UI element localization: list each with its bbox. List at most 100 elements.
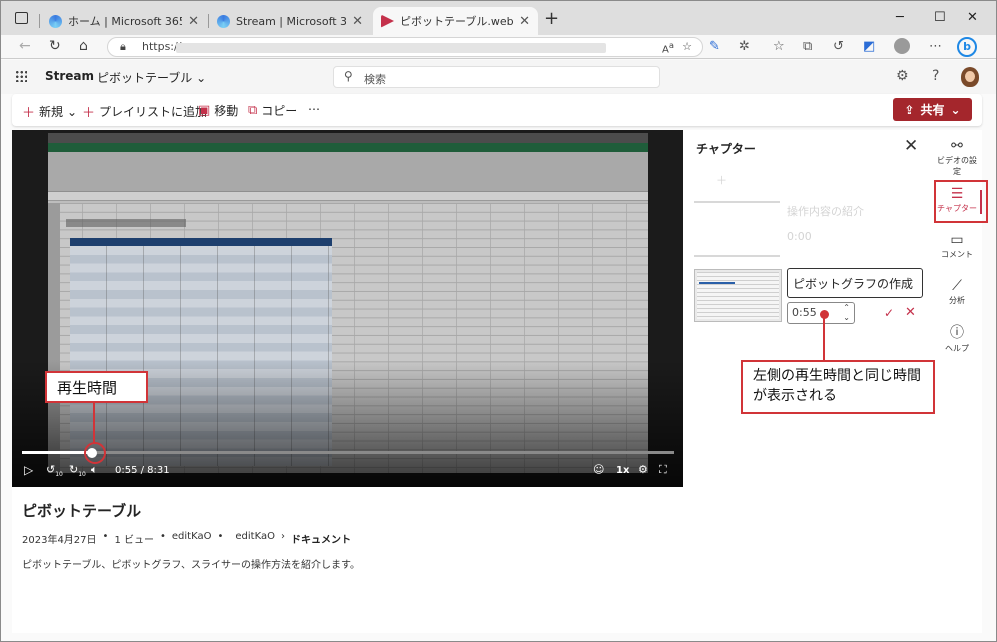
- close-icon[interactable]: ✕: [188, 14, 199, 29]
- browser-tab-video[interactable]: ピボットテーブル.webm ✕: [373, 7, 538, 35]
- collections-icon[interactable]: ⧉: [803, 39, 812, 54]
- app-launcher-icon[interactable]: [15, 70, 27, 82]
- share-button[interactable]: ⇪ 共有 ⌄: [893, 98, 972, 121]
- view-count: 1 ビュー: [114, 535, 154, 546]
- new-tab-icon[interactable]: +: [544, 8, 559, 29]
- copy-icon: ⧉: [248, 103, 258, 118]
- tab-separator: [39, 14, 40, 28]
- rail-video-settings[interactable]: ⚯ ビデオの設定: [937, 138, 977, 177]
- time-stepper[interactable]: ⌃ ⌄: [843, 303, 850, 323]
- comment-icon: ▭: [950, 232, 964, 248]
- plus-icon: ＋: [82, 106, 96, 121]
- callout-line: [93, 403, 95, 443]
- rail-comments[interactable]: ▭ コメント: [937, 232, 977, 260]
- close-icon[interactable]: ✕: [904, 136, 918, 156]
- search-icon: ⚲: [344, 69, 353, 83]
- move-label: 移動: [214, 104, 239, 118]
- more-commands-button[interactable]: ⋯: [308, 102, 320, 116]
- chapter-name-input[interactable]: ピボットグラフの作成: [787, 268, 923, 298]
- e-icon[interactable]: ◩: [863, 39, 875, 54]
- browser-tab-stream[interactable]: Stream | Microsoft 365 ✕: [209, 7, 371, 35]
- cancel-icon[interactable]: ✕: [905, 305, 916, 320]
- close-icon[interactable]: ✕: [519, 14, 530, 29]
- read-aloud-icon[interactable]: Aa: [662, 40, 674, 55]
- check-icon[interactable]: ✓: [884, 306, 894, 320]
- m365-favicon-icon: [49, 14, 62, 28]
- main-content: ▷ ↺10 ↻10 🔈︎ 0:55 / 8:31 ☺ 1x ⚙ ⛶ 再生時間 ピ…: [12, 130, 988, 633]
- folder-move-icon: ▣: [198, 103, 211, 118]
- bing-icon[interactable]: b: [957, 37, 977, 57]
- minimize-icon[interactable]: ─: [896, 10, 904, 25]
- chevron-down-icon: ⌄: [67, 104, 78, 119]
- help-icon: ⓘ: [950, 325, 964, 341]
- path-owner[interactable]: editKaO: [235, 531, 275, 546]
- maximize-icon[interactable]: ☐: [934, 10, 946, 25]
- settings-icon[interactable]: ⚙: [638, 463, 648, 476]
- rail-chapters[interactable]: ☰ チャプター: [937, 186, 977, 214]
- callout-note: 左側の再生時間と同じ時間が表示される: [741, 360, 935, 414]
- copy-button[interactable]: ⧉ コピー: [248, 102, 297, 119]
- refresh-icon[interactable]: ↻: [49, 38, 61, 54]
- seek-thumb-highlight: [84, 442, 106, 464]
- window-close-icon[interactable]: ✕: [967, 10, 978, 25]
- browser-tab-home[interactable]: ホーム | Microsoft 365 ✕: [41, 7, 207, 35]
- more-icon[interactable]: ⋯: [929, 39, 942, 54]
- video-player[interactable]: ▷ ↺10 ↻10 🔈︎ 0:55 / 8:31 ☺ 1x ⚙ ⛶: [12, 130, 683, 487]
- share-label: 共有: [920, 103, 945, 117]
- path-folder[interactable]: ドキュメント: [291, 531, 351, 546]
- app-name[interactable]: Stream: [45, 69, 94, 83]
- skip-back-icon[interactable]: ↺10: [46, 463, 63, 478]
- gear-icon[interactable]: ⚙: [896, 68, 909, 84]
- profile-avatar[interactable]: [894, 38, 910, 54]
- copy-label: コピー: [261, 104, 298, 118]
- play-icon[interactable]: ▷: [24, 463, 33, 477]
- puzzle-icon[interactable]: ✲: [739, 39, 750, 54]
- favorites-bar-icon[interactable]: ☆: [773, 39, 785, 54]
- url-field[interactable]: 🔒︎ https:// Aa ☆: [107, 37, 703, 57]
- ghost-chapter-name: 操作内容の紹介: [787, 205, 864, 218]
- url-redacted: [176, 43, 606, 53]
- rail-label: 分析: [949, 296, 965, 305]
- history-icon[interactable]: ↺: [833, 39, 844, 54]
- add-to-playlist-button[interactable]: ＋ プレイリストに追加: [82, 102, 207, 121]
- search-input[interactable]: ⚲ 検索: [333, 66, 660, 88]
- move-button[interactable]: ▣ 移動: [198, 102, 238, 119]
- search-placeholder: 検索: [364, 73, 386, 86]
- ghost-add-chapter: ＋: [716, 174, 727, 187]
- chevron-right-icon: ›: [281, 531, 285, 542]
- breadcrumb-label: ピボットテーブル: [97, 71, 193, 85]
- chevron-down-icon: ⌄: [950, 102, 961, 117]
- rail-label: ビデオの設定: [937, 156, 977, 176]
- tab-label: Stream | Microsoft 365: [236, 14, 346, 28]
- home-icon[interactable]: ⌂: [79, 38, 88, 54]
- seek-bar-fill: [22, 451, 92, 454]
- settings-toggle-icon: ⚯: [951, 138, 963, 154]
- stream-favicon-icon: [381, 14, 394, 28]
- new-button[interactable]: ＋ 新規 ⌄: [22, 102, 78, 122]
- author-name[interactable]: editKaO: [172, 531, 212, 546]
- rail-help[interactable]: ⓘ ヘルプ: [937, 322, 977, 354]
- share-icon: ⇪: [904, 102, 915, 117]
- skip-forward-icon[interactable]: ↻10: [69, 463, 86, 478]
- fullscreen-icon[interactable]: ⛶: [659, 463, 667, 477]
- rail-label: チャプター: [937, 204, 977, 213]
- rail-label: ヘルプ: [945, 344, 969, 353]
- tab-label: ピボットテーブル.webm: [400, 15, 514, 28]
- breadcrumb[interactable]: ピボットテーブル ⌄: [97, 69, 206, 86]
- tab-actions-icon[interactable]: [15, 12, 28, 24]
- chapter-time-value: 0:55: [792, 306, 817, 319]
- seek-bar[interactable]: [22, 451, 674, 454]
- user-avatar[interactable]: [961, 67, 979, 87]
- close-icon[interactable]: ✕: [352, 14, 363, 29]
- favorite-icon[interactable]: ☆: [682, 40, 692, 53]
- more-label: ⋯: [308, 102, 320, 116]
- playback-speed[interactable]: 1x: [616, 465, 629, 476]
- m365-favicon-icon: [217, 14, 230, 28]
- extension-icon[interactable]: ✎: [709, 39, 720, 54]
- back-icon[interactable]: ←: [19, 38, 31, 54]
- rail-analytics[interactable]: ⟋ 分析: [937, 278, 977, 306]
- skip-forward-value: 10: [78, 471, 86, 479]
- volume-icon[interactable]: 🔈︎: [91, 463, 98, 477]
- captions-icon[interactable]: ☺: [593, 463, 604, 476]
- help-icon[interactable]: ?: [932, 68, 939, 84]
